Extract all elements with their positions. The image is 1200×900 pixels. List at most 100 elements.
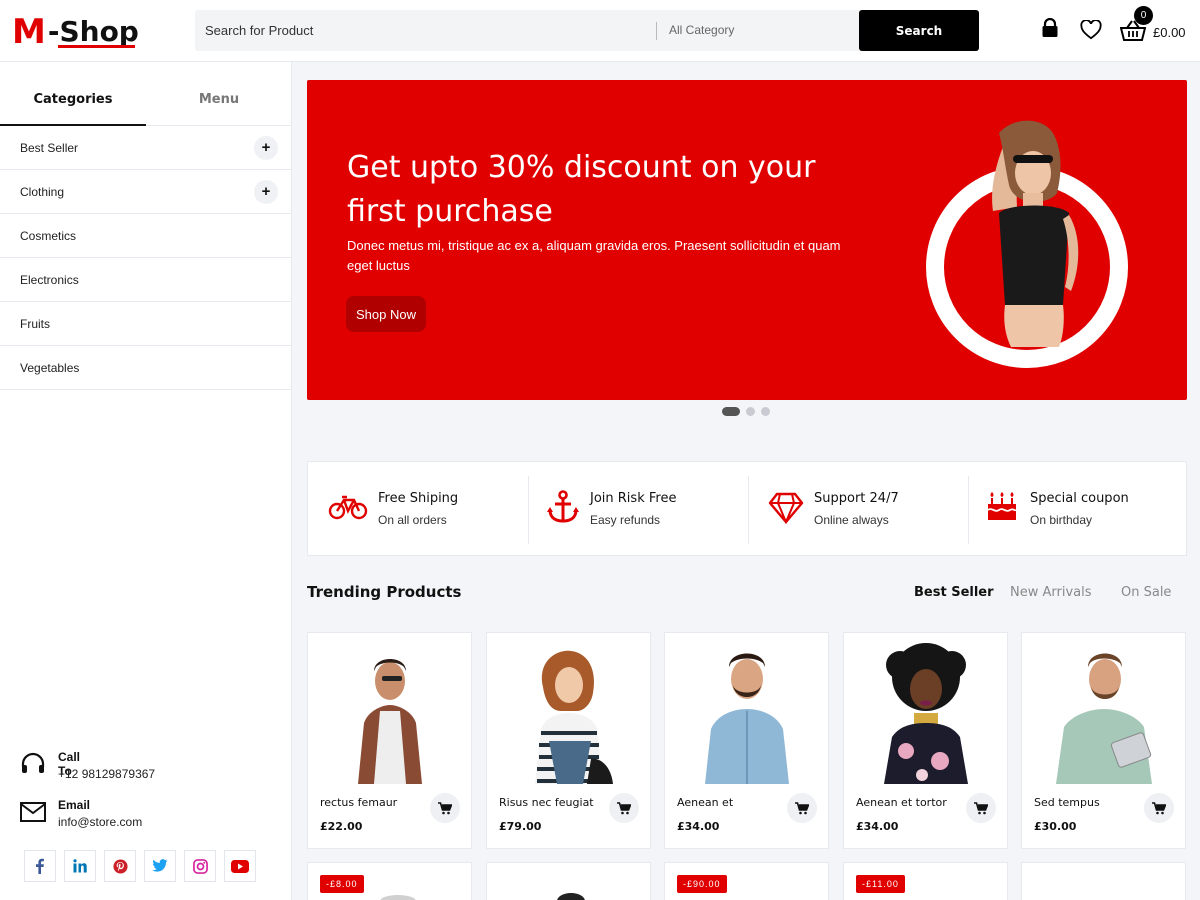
product-name[interactable]: rectus femaur [320, 796, 397, 809]
add-to-cart-button[interactable] [1144, 793, 1174, 823]
logo-text: -Shop [48, 12, 139, 52]
product-image [358, 659, 422, 784]
feature-subtitle: On all orders [378, 513, 447, 527]
facebook-icon[interactable] [24, 850, 56, 882]
sale-badge: -£90.00 [677, 875, 727, 893]
anchor-icon [546, 490, 580, 529]
category-item-best-seller[interactable]: Best Seller + [0, 126, 292, 170]
category-item-electronics[interactable]: Electronics [0, 258, 292, 302]
tab-best-seller[interactable]: Best Seller [914, 585, 994, 600]
search-input[interactable] [195, 10, 655, 51]
youtube-icon[interactable] [224, 850, 256, 882]
expand-button[interactable]: + [254, 180, 278, 204]
product-card[interactable]: Aenean et tortor £34.00 [843, 632, 1008, 849]
cake-icon [986, 490, 1018, 527]
product-card[interactable] [1021, 862, 1186, 900]
twitter-icon[interactable] [144, 850, 176, 882]
header: M -Shop All Category Search 0 £0.00 [0, 0, 1200, 62]
product-name[interactable]: Risus nec feugiat [499, 796, 594, 809]
search-divider [656, 22, 657, 40]
category-item-vegetables[interactable]: Vegetables [0, 346, 292, 390]
cart-total[interactable]: £0.00 [1153, 25, 1186, 40]
linkedin-icon[interactable] [64, 850, 96, 882]
tab-menu[interactable]: Menu [146, 80, 292, 126]
product-name[interactable]: Aenean et [677, 796, 733, 809]
feature-title: Join Risk Free [590, 491, 677, 506]
product-card[interactable]: rectus femaur £22.00 [307, 632, 472, 849]
expand-button[interactable]: + [254, 136, 278, 160]
instagram-icon[interactable] [184, 850, 216, 882]
product-card[interactable]: Sed tempus £30.00 [1021, 632, 1186, 849]
product-name[interactable]: Aenean et tortor [856, 796, 947, 809]
envelope-icon [20, 802, 46, 827]
tab-categories[interactable]: Categories [0, 80, 146, 126]
diamond-icon [768, 492, 804, 529]
product-image [705, 653, 789, 784]
cart-count-badge: 0 [1134, 6, 1153, 25]
product-image [535, 650, 613, 784]
lock-icon[interactable] [1041, 17, 1059, 43]
search-bar: All Category Search [195, 10, 979, 51]
cart-icon [795, 801, 809, 814]
category-item-fruits[interactable]: Fruits [0, 302, 292, 346]
category-select[interactable]: All Category [669, 10, 734, 51]
cart-icon [617, 801, 631, 814]
category-label: Vegetables [20, 361, 80, 375]
search-button[interactable]: Search [859, 10, 979, 51]
category-list: Best Seller + Clothing + Cosmetics Elect… [0, 126, 292, 390]
product-card[interactable] [486, 862, 651, 900]
hero-title-line-1: Get upto 30% discount on your [347, 150, 816, 185]
feature-coupon: Special coupon On birthday [968, 462, 1188, 557]
product-card[interactable]: Aenean et £34.00 [664, 632, 829, 849]
product-price: £79.00 [499, 820, 542, 833]
add-to-cart-button[interactable] [430, 793, 460, 823]
heart-icon[interactable] [1080, 19, 1102, 45]
headphones-icon [20, 752, 46, 781]
category-label: Cosmetics [20, 229, 77, 243]
category-item-clothing[interactable]: Clothing + [0, 170, 292, 214]
feature-subtitle: Easy refunds [590, 513, 661, 527]
email-address[interactable]: info@store.com [58, 815, 142, 829]
add-to-cart-button[interactable] [609, 793, 639, 823]
add-to-cart-button[interactable] [787, 793, 817, 823]
product-card[interactable]: -£8.00 [307, 862, 472, 900]
sidebar-tabs: Categories Menu [0, 80, 292, 126]
email-title: Email [58, 798, 91, 812]
call-number[interactable]: +12 98129879367 [58, 767, 155, 781]
cart-icon [974, 801, 988, 814]
feature-title: Special coupon [1030, 491, 1129, 506]
slider-dot-3[interactable] [761, 407, 770, 416]
add-to-cart-button[interactable] [966, 793, 996, 823]
category-label: Best Seller [20, 141, 79, 155]
social-links [24, 850, 256, 882]
logo[interactable]: M -Shop [12, 12, 139, 52]
category-label: Electronics [20, 273, 79, 287]
tab-on-sale[interactable]: On Sale [1121, 585, 1171, 600]
pinterest-icon[interactable] [104, 850, 136, 882]
product-price: £30.00 [1034, 820, 1077, 833]
tab-new-arrivals[interactable]: New Arrivals [1010, 585, 1092, 600]
slider-dot-2[interactable] [746, 407, 755, 416]
product-price: £34.00 [856, 820, 899, 833]
category-item-cosmetics[interactable]: Cosmetics [0, 214, 292, 258]
bicycle-icon [328, 492, 368, 527]
product-price: £34.00 [677, 820, 720, 833]
feature-title: Support 24/7 [814, 491, 899, 506]
shop-now-button[interactable]: Shop Now [346, 296, 426, 332]
feature-risk-free: Join Risk Free Easy refunds [528, 462, 748, 557]
product-price: £22.00 [320, 820, 363, 833]
cart-icon [438, 801, 452, 814]
product-image [1056, 653, 1152, 784]
category-label: Clothing [20, 185, 65, 199]
product-card[interactable]: -£11.00 [843, 862, 1008, 900]
hero-banner: Get upto 30% discount on your first purc… [307, 80, 1187, 400]
slider-dot-1[interactable] [722, 407, 740, 416]
product-name[interactable]: Sed tempus [1034, 796, 1100, 809]
product-card[interactable]: Risus nec feugiat £79.00 [486, 632, 651, 849]
slider-dots [722, 407, 770, 416]
hero-model-image [926, 120, 1128, 368]
logo-mark: M [12, 12, 46, 52]
product-image [884, 643, 968, 784]
product-card[interactable]: -£90.00 [664, 862, 829, 900]
feature-subtitle: On birthday [1030, 513, 1093, 527]
